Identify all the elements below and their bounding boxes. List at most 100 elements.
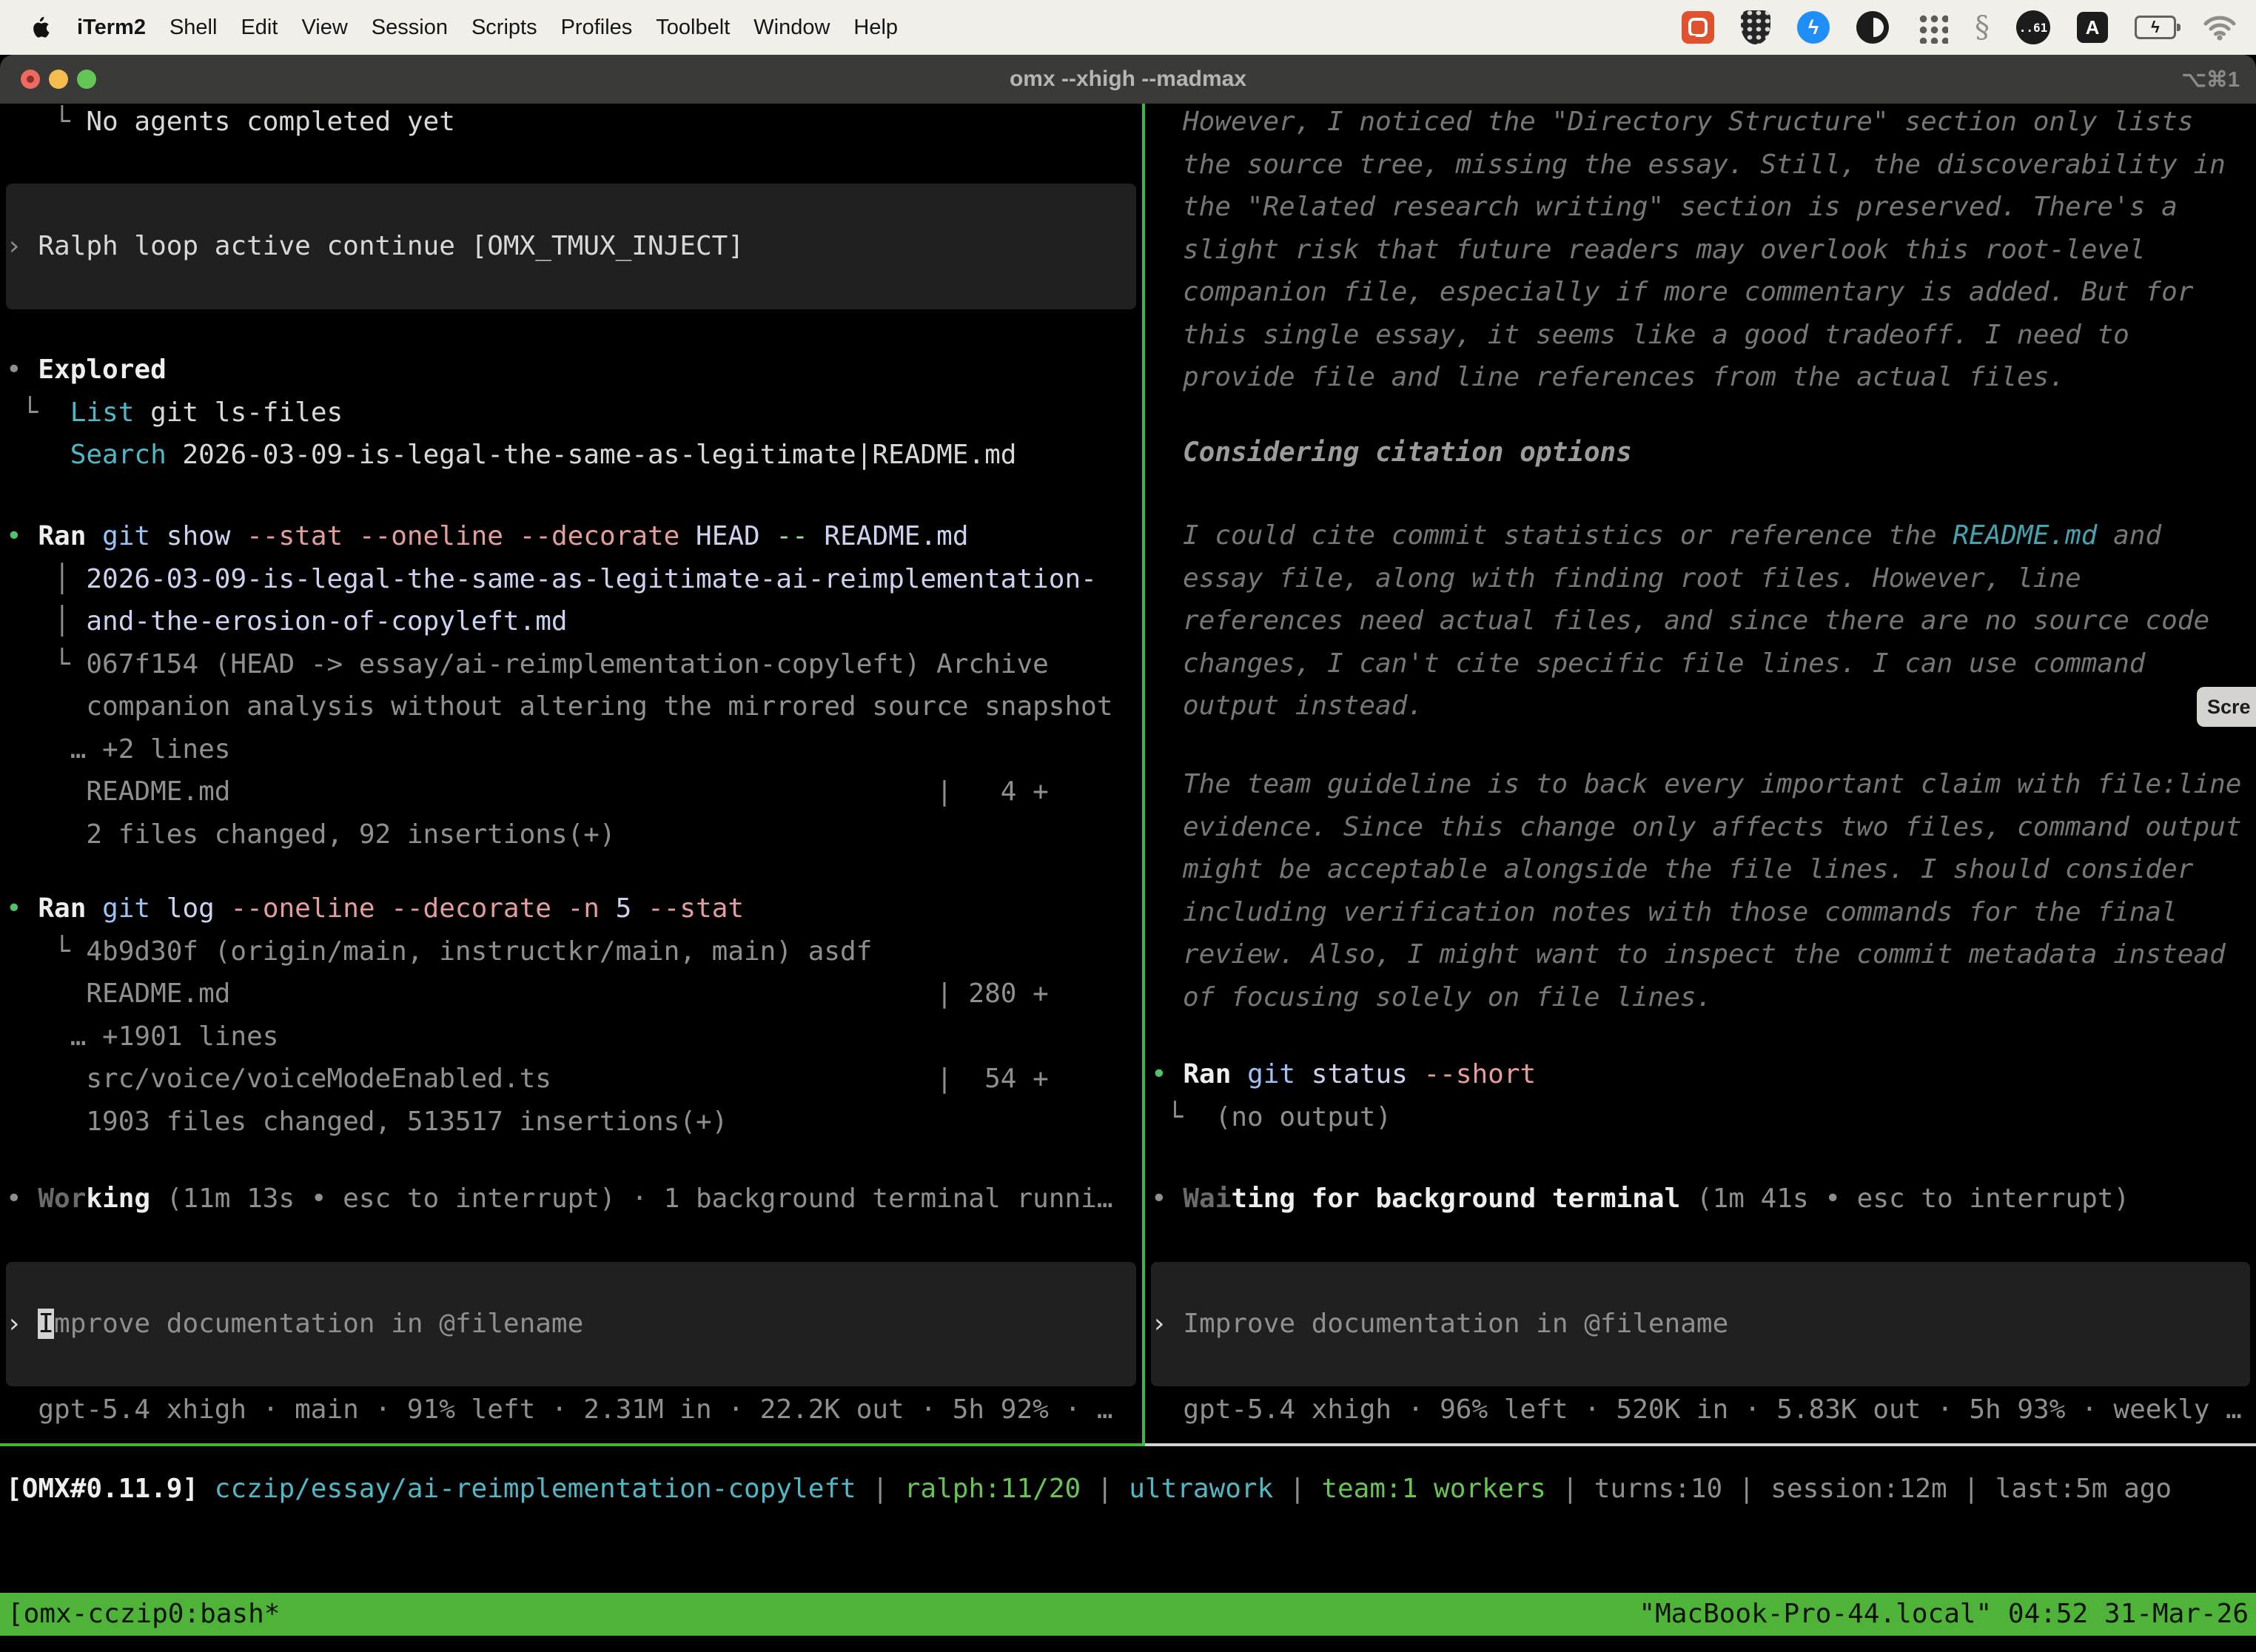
menu-bar: iTerm2 Shell Edit View Session Scripts P… bbox=[0, 0, 2256, 55]
terminal-line: gpt-5.4 xhigh · 96% left · 520K in · 5.8… bbox=[1151, 1389, 2242, 1431]
terminal-line: slight risk that future readers may over… bbox=[1183, 229, 2226, 272]
terminal-line: └ 067f154 (HEAD -> essay/ai-reimplementa… bbox=[6, 643, 1113, 686]
terminal-line: the source tree, missing the essay. Stil… bbox=[1183, 144, 2226, 187]
pane-right: However, I noticed the "Directory Struct… bbox=[1145, 104, 2256, 1443]
terminal-line: │ 2026-03-09-is-legal-the-same-as-legiti… bbox=[6, 558, 1113, 601]
pane-left: └ No agents completed yet › Ralph loop a… bbox=[0, 104, 1142, 1443]
menu-item-edit[interactable]: Edit bbox=[229, 16, 289, 40]
terminal-line: Considering citation options bbox=[1183, 432, 1632, 474]
menu-item-shell[interactable]: Shell bbox=[158, 16, 229, 40]
git-status-block: • Ran git status --short └ (no output) bbox=[1151, 1053, 1536, 1138]
menu-item-scripts[interactable]: Scripts bbox=[460, 16, 549, 40]
reasoning-paragraph-3: The team guideline is to back every impo… bbox=[1183, 763, 2241, 1018]
terminal-line: › Improve documentation in @filename bbox=[1151, 1309, 1728, 1339]
terminal-line: • Explored bbox=[6, 349, 1016, 392]
terminal-line: might be acceptable alongside the file l… bbox=[1183, 848, 2241, 891]
terminal-line: essay file, along with finding root file… bbox=[1183, 557, 2209, 600]
terminal-window: omx --xhigh --madmax ⌥⌘1 └ No agents com… bbox=[0, 55, 2256, 1652]
terminal-line: • Ran git show --stat --oneline --decora… bbox=[6, 515, 1113, 558]
terminal-line: companion analysis without altering the … bbox=[6, 685, 1113, 728]
terminal-line: changes, I can't cite specific file line… bbox=[1183, 642, 2209, 685]
hook-icon[interactable]: § bbox=[1975, 10, 1990, 44]
terminal-line: README.md | 4 + bbox=[6, 770, 1113, 813]
battery-icon[interactable] bbox=[2135, 16, 2176, 39]
terminal-line: … +2 lines bbox=[6, 728, 1113, 771]
terminal-line: • Working (11m 13s • esc to interrupt) ·… bbox=[6, 1178, 1113, 1220]
terminal-line: └ List git ls-files bbox=[6, 392, 1016, 434]
working-status: • Working (11m 13s • esc to interrupt) ·… bbox=[6, 1178, 1113, 1220]
apple-menu[interactable] bbox=[19, 16, 65, 38]
battery-percent-icon[interactable]: ..61 bbox=[2016, 10, 2050, 44]
terminal-line: references need actual files, and since … bbox=[1183, 600, 2209, 642]
terminal-line: 2 files changed, 92 insertions(+) bbox=[6, 813, 1113, 856]
messenger-icon[interactable] bbox=[1797, 11, 1830, 44]
git-log-block: • Ran git log --oneline --decorate -n 5 … bbox=[6, 887, 1049, 1143]
terminal-line: └ 4b9d30f (origin/main, instructkr/main,… bbox=[6, 930, 1049, 973]
terminal-line: • Ran git log --oneline --decorate -n 5 … bbox=[6, 887, 1049, 930]
tmux-host-clock: "MacBook-Pro-44.local" 04:52 31-Mar-26 bbox=[1639, 1593, 2249, 1636]
menu-item-profiles[interactable]: Profiles bbox=[549, 16, 645, 40]
pie-crescent-icon[interactable] bbox=[1856, 11, 1889, 44]
right-pane-separator bbox=[1145, 1443, 2256, 1446]
tmux-status-bar: [omx-cczip0:bash* "MacBook-Pro-44.local"… bbox=[0, 1593, 2256, 1636]
terminal-line: src/voice/voiceModeEnabled.ts | 54 + bbox=[6, 1058, 1049, 1101]
terminal-line: 1903 files changed, 513517 insertions(+) bbox=[6, 1101, 1049, 1144]
terminal-line: │ and-the-erosion-of-copyleft.md bbox=[6, 600, 1113, 643]
menu-item-help[interactable]: Help bbox=[842, 16, 910, 40]
keyboard-shield-icon[interactable] bbox=[1741, 10, 1770, 44]
git-show-block: • Ran git show --stat --oneline --decora… bbox=[6, 515, 1113, 856]
terminal-line: output instead. bbox=[1183, 685, 2209, 728]
menu-item-window[interactable]: Window bbox=[742, 16, 842, 40]
input-source-icon[interactable]: A bbox=[2077, 12, 2108, 43]
reasoning-heading: Considering citation options bbox=[1183, 432, 1632, 474]
left-pane-separator bbox=[0, 1443, 1144, 1446]
terminal-line: However, I noticed the "Directory Struct… bbox=[1183, 104, 2226, 144]
dots-grid-icon[interactable] bbox=[1916, 11, 1948, 44]
terminal-line: I could cite commit statistics or refere… bbox=[1183, 514, 2209, 557]
inject-banner: › Ralph loop active continue [OMX_TMUX_I… bbox=[6, 184, 1136, 309]
title-bar[interactable]: omx --xhigh --madmax ⌥⌘1 bbox=[0, 55, 2256, 104]
terminal-line: companion file, especially if more comme… bbox=[1183, 271, 2226, 314]
terminal-line: • Ran git status --short bbox=[1151, 1053, 1536, 1096]
menu-item-toolbelt[interactable]: Toolbelt bbox=[644, 16, 742, 40]
terminal-line: [OMX#0.11.9] cczip/essay/ai-reimplementa… bbox=[6, 1468, 2172, 1511]
terminal-line: provide file and line references from th… bbox=[1183, 356, 2226, 399]
model-status-left: gpt-5.4 xhigh · main · 91% left · 2.31M … bbox=[6, 1389, 1113, 1431]
terminal-line: └ (no output) bbox=[1151, 1096, 1536, 1139]
menu-item-iterm2[interactable]: iTerm2 bbox=[65, 16, 158, 40]
tmux-session-label: [omx-cczip0:bash* bbox=[7, 1593, 280, 1636]
prompt-input-right[interactable]: › Improve documentation in @filename bbox=[1151, 1262, 2250, 1386]
explored-block: • Explored └ List git ls-files Search 20… bbox=[6, 349, 1016, 477]
terminal-line: including verification notes with those … bbox=[1183, 891, 2241, 934]
screen: iTerm2 Shell Edit View Session Scripts P… bbox=[0, 0, 2256, 1652]
terminal-line: Search 2026-03-09-is-legal-the-same-as-l… bbox=[6, 434, 1016, 477]
terminal-line: this single essay, it seems like a good … bbox=[1183, 314, 2226, 357]
terminal-line: The team guideline is to back every impo… bbox=[1183, 763, 2241, 806]
terminal-line: └ No agents completed yet bbox=[6, 104, 455, 144]
screen-edge-button[interactable]: Scre bbox=[2197, 687, 2256, 727]
menu-item-session[interactable]: Session bbox=[360, 16, 460, 40]
terminal-line: README.md | 280 + bbox=[6, 973, 1049, 1015]
waiting-status: • Waiting for background terminal (1m 41… bbox=[1151, 1178, 2129, 1220]
terminal-line: of focusing solely on file lines. bbox=[1183, 976, 2241, 1019]
terminal-line: evidence. Since this change only affects… bbox=[1183, 806, 2241, 849]
terminal-line: gpt-5.4 xhigh · main · 91% left · 2.31M … bbox=[6, 1389, 1113, 1431]
wifi-icon[interactable] bbox=[2203, 14, 2237, 41]
terminal-line: review. Also, I might want to inspect th… bbox=[1183, 933, 2241, 976]
menu-status-icons: § ..61 A bbox=[1682, 10, 2237, 44]
model-status-right: gpt-5.4 xhigh · 96% left · 520K in · 5.8… bbox=[1151, 1389, 2242, 1431]
terminal-line: … +1901 lines bbox=[6, 1015, 1049, 1058]
terminal-line: the "Related research writing" section i… bbox=[1183, 186, 2226, 229]
terminal-line: › Ralph loop active continue [OMX_TMUX_I… bbox=[6, 232, 744, 261]
agent-summary: └ No agents completed yet bbox=[6, 104, 455, 144]
reasoning-paragraph-1: However, I noticed the "Directory Struct… bbox=[1183, 104, 2226, 399]
prompt-input-left[interactable]: › Improve documentation in @filename bbox=[6, 1262, 1136, 1386]
terminal-line: › Improve documentation in @filename bbox=[6, 1309, 583, 1339]
apple-icon bbox=[33, 16, 52, 38]
omx-status-bar: [OMX#0.11.9] cczip/essay/ai-reimplementa… bbox=[6, 1468, 2172, 1511]
screen-recording-icon[interactable] bbox=[1682, 11, 1714, 44]
window-title: omx --xhigh --madmax bbox=[0, 55, 2256, 104]
menu-item-view[interactable]: View bbox=[289, 16, 359, 40]
reasoning-paragraph-2: I could cite commit statistics or refere… bbox=[1183, 514, 2209, 728]
window-shortcut: ⌥⌘1 bbox=[2181, 55, 2240, 104]
